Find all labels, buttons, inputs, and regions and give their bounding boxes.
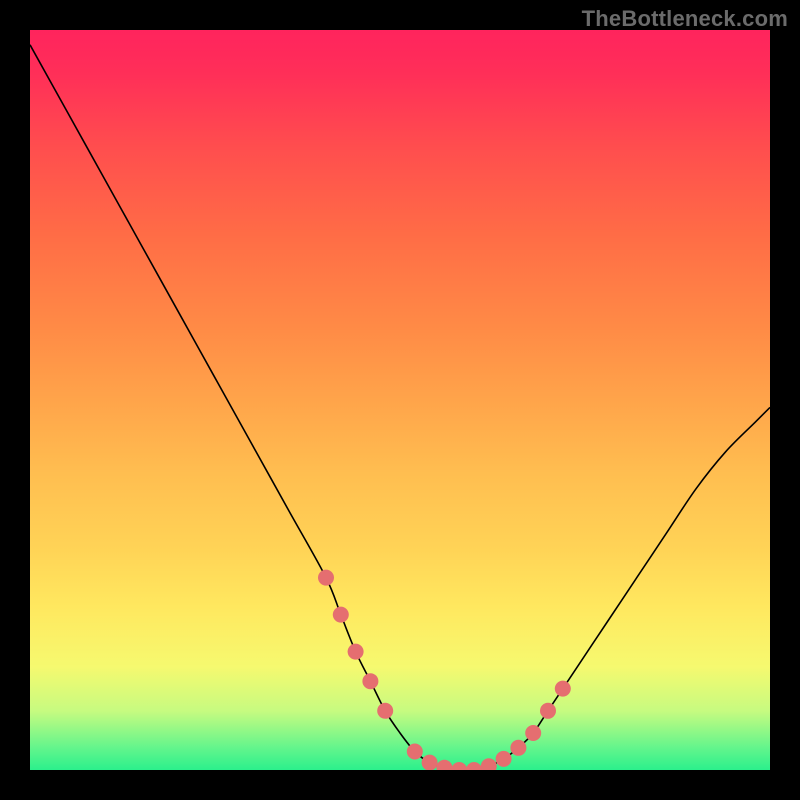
bead-point [318,570,334,586]
bead-point [407,744,423,760]
bead-point [436,760,452,770]
chart-frame: TheBottleneck.com [0,0,800,800]
data-beads [318,570,571,770]
bead-point [466,762,482,770]
bead-point [525,725,541,741]
bead-point [555,681,571,697]
bead-point [333,607,349,623]
bead-point [540,703,556,719]
chart-svg [30,30,770,770]
bottleneck-curve [30,45,770,770]
bead-point [422,755,438,770]
bead-point [362,673,378,689]
plot-area [30,30,770,770]
bead-point [451,762,467,770]
bead-point [348,644,364,660]
bead-point [510,740,526,756]
bead-point [496,751,512,767]
bead-point [481,758,497,770]
watermark-label: TheBottleneck.com [582,6,788,32]
bead-point [377,703,393,719]
